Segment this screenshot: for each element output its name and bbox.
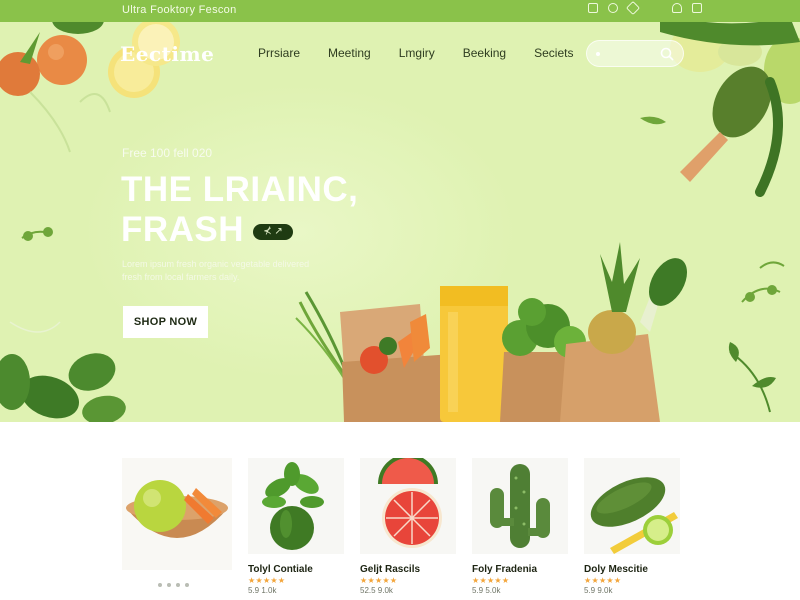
product-name[interactable]: Foly Fradenia — [472, 564, 568, 575]
top-promo-bar: Ultra Fooktory Fescon — [0, 0, 800, 22]
product-image-grapefruit[interactable] — [360, 458, 456, 554]
topbar-icons — [588, 0, 702, 16]
star-rating: ★★★★★ — [584, 576, 622, 585]
product-image-basil-pepper[interactable] — [248, 458, 344, 554]
product-card[interactable]: Tolyl Contiale ★★★★★ 5.9 1.0k — [248, 458, 344, 595]
hero-description: Lorem ipsum fresh organic vegetable deli… — [122, 259, 310, 282]
cart-icon[interactable] — [692, 3, 702, 13]
user-icon[interactable] — [672, 3, 682, 13]
product-card[interactable] — [122, 458, 232, 570]
hero-eyebrow: Free 100 fell 020 — [122, 146, 213, 160]
hero-headline: THE LRIAINC, FRASH — [121, 170, 358, 250]
hero-banner: Eectime Prrsiare Meeting Lmgiry Beeking … — [0, 22, 800, 422]
mail-icon[interactable] — [588, 3, 598, 13]
carousel-dot[interactable] — [176, 583, 180, 587]
nav-item-4[interactable]: Beeking — [463, 46, 506, 60]
bottom-left-leaves — [0, 321, 126, 422]
product-price: 5.9 9.0k — [584, 586, 613, 595]
nav-item-5[interactable]: Seciets — [534, 46, 573, 60]
arrow-pill-badge[interactable]: ⊀ ↗ — [253, 224, 293, 240]
product-image-fruit-bowl[interactable] — [122, 458, 232, 570]
product-name[interactable]: Geljt Rascils — [360, 564, 456, 575]
star-rating: ★★★★★ — [360, 576, 398, 585]
star-rating: ★★★★★ — [248, 576, 286, 585]
product-card[interactable]: Foly Fradenia ★★★★★ 5.9 5.0k — [472, 458, 568, 595]
product-name[interactable]: Doly Mescitie — [584, 564, 680, 575]
star-rating: ★★★★★ — [472, 576, 510, 585]
carousel-dot[interactable] — [185, 583, 189, 587]
product-image-cactus[interactable] — [472, 458, 568, 554]
carousel-dot[interactable] — [158, 583, 162, 587]
search-icon[interactable] — [660, 47, 674, 61]
product-image-bitter-gourd[interactable] — [584, 458, 680, 554]
product-price: 5.9 5.0k — [472, 586, 501, 595]
product-price: 5.9 1.0k — [248, 586, 277, 595]
carousel-dot[interactable] — [167, 583, 171, 587]
site-logo[interactable]: Eectime — [120, 42, 214, 66]
search-input[interactable] — [586, 40, 684, 67]
main-nav: Prrsiare Meeting Lmgiry Beeking Seciets — [258, 46, 601, 60]
grocery-bags — [295, 242, 687, 422]
nav-item-1[interactable]: Prrsiare — [258, 46, 300, 60]
headline-line-2: FRASH — [121, 210, 245, 249]
phone-icon[interactable] — [608, 3, 618, 13]
headline-line-1: THE LRIAINC, — [121, 170, 359, 209]
promo-text: Ultra Fooktory Fescon — [122, 4, 237, 16]
product-name[interactable]: Tolyl Contiale — [248, 564, 344, 575]
product-card[interactable]: Doly Mescitie ★★★★★ 5.9 9.0k — [584, 458, 680, 595]
product-price: 52.5 9.0k — [360, 586, 393, 595]
product-strip: Tolyl Contiale ★★★★★ 5.9 1.0k Geljt Rasc… — [0, 422, 800, 600]
location-icon[interactable] — [625, 0, 641, 16]
carousel-pagination — [158, 583, 189, 587]
shop-now-button[interactable]: SHOP NOW — [123, 306, 208, 338]
nav-item-2[interactable]: Meeting — [328, 46, 371, 60]
hero-produce-illustration — [0, 22, 800, 422]
product-card[interactable]: Geljt Rascils ★★★★★ 52.5 9.0k — [360, 458, 456, 595]
nav-item-3[interactable]: Lmgiry — [399, 46, 435, 60]
